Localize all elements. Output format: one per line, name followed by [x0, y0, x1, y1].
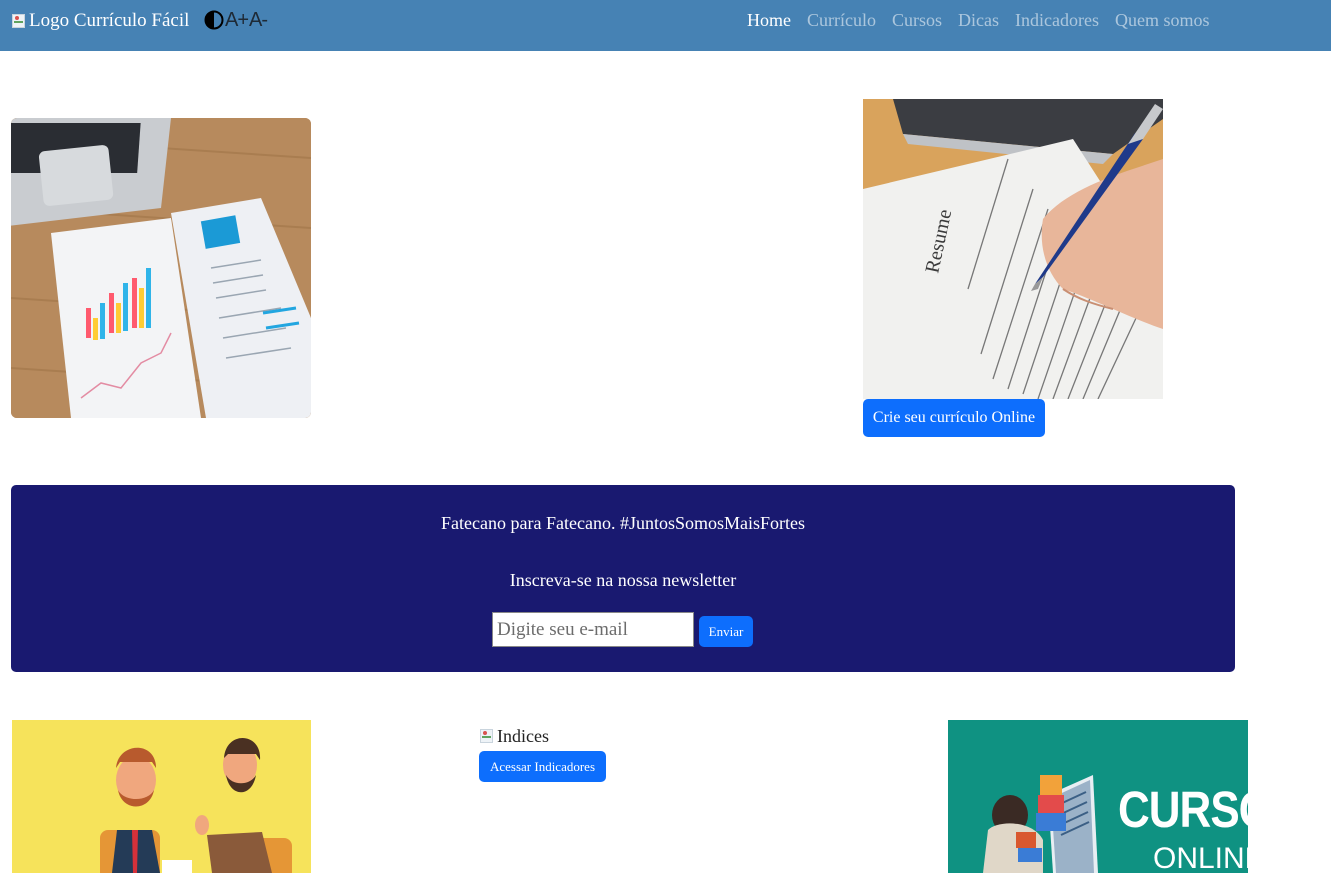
newsletter-section: Fatecano para Fatecano. #JuntosSomosMais… — [11, 485, 1235, 672]
contrast-toggle-icon[interactable] — [204, 10, 224, 30]
interview-illustration — [12, 720, 311, 873]
nav-link-curriculo[interactable]: Currículo — [799, 8, 884, 32]
courses-banner-subtitle: ONLINE — [1153, 842, 1248, 873]
resume-writing-image: Resume — [863, 99, 1163, 399]
broken-image-icon — [11, 13, 27, 29]
online-courses-banner: CURSOS ONLINE — [948, 720, 1248, 873]
indicators-alt-text: Indices — [497, 725, 549, 746]
newsletter-heading: Inscreva-se na nossa newsletter — [509, 570, 737, 590]
nav-link-indicadores[interactable]: Indicadores — [1007, 8, 1107, 32]
broken-image-icon — [479, 728, 495, 744]
main-nav: Home Currículo Cursos Dicas Indicadores … — [739, 8, 1217, 32]
newsletter-send-button[interactable]: Enviar — [699, 616, 753, 647]
nav-link-cursos[interactable]: Cursos — [884, 8, 950, 32]
site-logo[interactable]: Logo Currículo Fácil — [11, 7, 189, 35]
nav-link-quem-somos[interactable]: Quem somos — [1107, 8, 1218, 32]
font-decrease-button[interactable]: A- — [249, 10, 268, 30]
newsletter-tagline: Fatecano para Fatecano. #JuntosSomosMais… — [441, 513, 805, 533]
newsletter-email-input[interactable] — [492, 612, 694, 647]
courses-banner-title: CURSOS — [1118, 782, 1248, 839]
logo-alt-text: Logo Currículo Fácil — [29, 10, 190, 31]
accessibility-controls: A+ A- — [204, 9, 268, 31]
nav-link-home[interactable]: Home — [739, 8, 799, 32]
create-resume-button[interactable]: Crie seu currículo Online — [863, 399, 1045, 437]
top-navbar: Logo Currículo Fácil A+ A- Home Currícul… — [0, 0, 1331, 51]
access-indicators-button[interactable]: Acessar Indicadores — [479, 751, 606, 782]
nav-link-dicas[interactable]: Dicas — [950, 8, 1007, 32]
font-increase-button[interactable]: A+ — [225, 10, 249, 30]
analytics-desk-image — [11, 118, 311, 418]
indicators-image: Indices — [479, 723, 549, 749]
